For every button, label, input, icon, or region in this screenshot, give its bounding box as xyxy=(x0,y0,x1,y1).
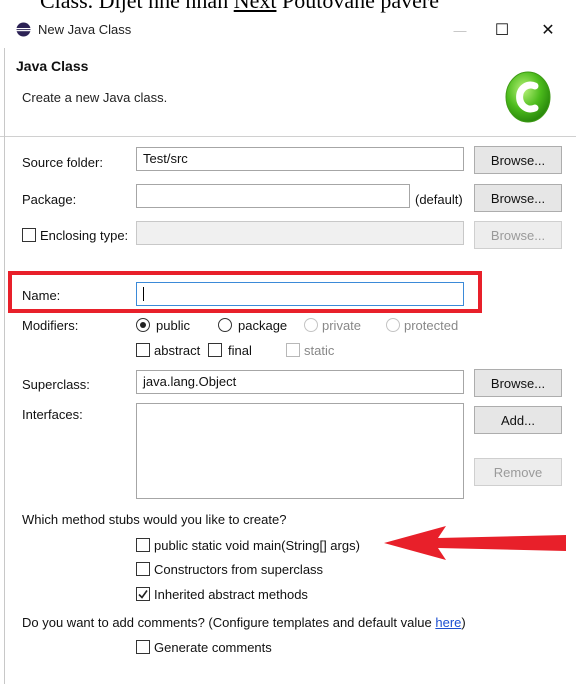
comments-question-text: Do you want to add comments? (Configure … xyxy=(22,615,436,630)
modifier-final-checkbox[interactable] xyxy=(208,343,222,357)
modifier-private-radio xyxy=(304,318,318,332)
interfaces-list[interactable] xyxy=(136,403,464,499)
source-folder-input[interactable]: Test/src xyxy=(136,147,464,171)
superclass-browse-button[interactable]: Browse... xyxy=(474,369,562,397)
modifier-package-radio[interactable] xyxy=(218,318,232,332)
modifier-static-checkbox xyxy=(286,343,300,357)
enclosing-type-checkbox[interactable] xyxy=(22,228,36,242)
close-button[interactable]: ✕ xyxy=(528,16,568,44)
modifier-public-radio[interactable] xyxy=(136,318,150,332)
close-icon: ✕ xyxy=(541,22,555,39)
modifier-protected-label: protected xyxy=(404,318,459,333)
modifier-package-label: package xyxy=(238,318,288,333)
maximize-button[interactable]: ☐ xyxy=(482,16,522,44)
package-input[interactable] xyxy=(136,184,410,208)
java-class-icon xyxy=(505,71,551,123)
minimize-icon: — xyxy=(453,22,467,38)
header-separator xyxy=(0,136,576,137)
generate-comments-label: Generate comments xyxy=(154,640,272,655)
checkmark-icon xyxy=(138,590,148,599)
name-label: Name: xyxy=(22,288,61,303)
wizard-header: Java Class Create a new Java class. xyxy=(0,48,576,136)
maximize-icon: ☐ xyxy=(494,22,510,39)
enclosing-type-browse-button: Browse... xyxy=(474,221,562,249)
modifier-static-label: static xyxy=(304,343,335,358)
stub-main-checkbox[interactable] xyxy=(136,538,150,552)
source-folder-browse-button[interactable]: Browse... xyxy=(474,146,562,174)
superclass-input[interactable]: java.lang.Object xyxy=(136,370,464,394)
configure-templates-link[interactable]: here xyxy=(435,615,461,630)
window-title: New Java Class xyxy=(38,22,132,37)
generate-comments-checkbox[interactable] xyxy=(136,640,150,654)
superclass-label: Superclass: xyxy=(22,377,90,392)
method-stubs-question: Which method stubs would you like to cre… xyxy=(22,512,287,527)
minimize-button[interactable]: — xyxy=(440,16,480,44)
eclipse-app-icon xyxy=(16,22,31,37)
wizard-title: Java Class xyxy=(16,58,89,74)
stub-inherited-checkbox[interactable] xyxy=(136,587,150,601)
package-label: Package: xyxy=(22,192,77,207)
dialog-left-border xyxy=(4,48,5,684)
package-browse-button[interactable]: Browse... xyxy=(474,184,562,212)
modifier-public-label: public xyxy=(156,318,190,333)
title-bar: New Java Class — ☐ ✕ xyxy=(0,14,576,48)
interfaces-add-button[interactable]: Add... xyxy=(474,406,562,434)
interfaces-label: Interfaces: xyxy=(22,407,83,422)
modifier-private-label: private xyxy=(322,318,362,333)
text-caret xyxy=(143,287,144,301)
source-folder-label: Source folder: xyxy=(22,155,103,170)
red-arrow-annotation xyxy=(384,526,566,560)
comments-question: Do you want to add comments? (Configure … xyxy=(22,615,466,630)
enclosing-type-input xyxy=(136,221,464,245)
stub-constructors-label: Constructors from superclass xyxy=(154,562,324,577)
stub-constructors-checkbox[interactable] xyxy=(136,562,150,576)
wizard-description: Create a new Java class. xyxy=(22,90,168,105)
interfaces-remove-button: Remove xyxy=(474,458,562,486)
package-default-label: (default) xyxy=(415,192,463,207)
modifier-abstract-label: abstract xyxy=(154,343,201,358)
modifier-final-label: final xyxy=(228,343,252,358)
radio-selected-dot xyxy=(140,322,146,328)
modifier-protected-radio xyxy=(386,318,400,332)
modifier-abstract-checkbox[interactable] xyxy=(136,343,150,357)
name-input[interactable] xyxy=(136,282,464,306)
stub-inherited-label: Inherited abstract methods xyxy=(154,587,308,602)
comments-question-suffix: ) xyxy=(461,615,466,630)
modifiers-label: Modifiers: xyxy=(22,318,79,333)
enclosing-type-label: Enclosing type: xyxy=(40,228,129,243)
stub-main-label: public static void main(String[] args) xyxy=(154,538,360,553)
